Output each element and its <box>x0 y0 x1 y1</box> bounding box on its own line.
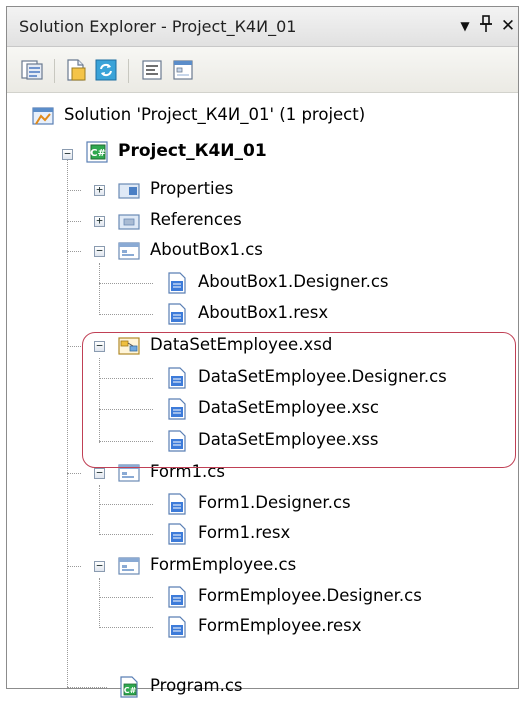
tree-connector <box>99 263 100 315</box>
tree-node-formemployee-resx[interactable]: FormEmployee.resx <box>165 612 505 642</box>
toolbar <box>7 47 518 93</box>
tree-connector <box>99 485 100 535</box>
view-code-icon[interactable] <box>140 58 164 82</box>
view-designer-icon[interactable] <box>171 58 195 82</box>
solution-label: Solution 'Project_К4И_01' (1 project) <box>64 105 366 124</box>
tree-connector <box>99 627 153 628</box>
item-label: FormEmployee.Designer.cs <box>198 586 422 605</box>
title-bar: Solution Explorer - Project_К4И_01 ▼ ✕ <box>7 7 518 47</box>
tree-connector <box>67 566 81 567</box>
item-label: FormEmployee.cs <box>150 555 297 574</box>
tree-connector <box>67 221 81 222</box>
expand-toggle[interactable]: + <box>94 215 105 227</box>
project-label: Project_К4И_01 <box>118 141 267 161</box>
solution-icon <box>31 104 55 128</box>
tree-connector <box>99 314 153 315</box>
item-label: FormEmployee.resx <box>198 616 362 635</box>
csharp-file-icon: C# <box>117 675 141 699</box>
tree-connector <box>67 251 81 252</box>
tree-node-formemployee[interactable]: FormEmployee.cs <box>117 551 507 581</box>
tree-node-project[interactable]: C# Project_К4И_01 <box>85 137 505 167</box>
window-position-dropdown[interactable]: ▼ <box>454 15 476 37</box>
tree-connector <box>67 687 107 688</box>
cs-file-icon <box>165 585 189 609</box>
solution-explorer-panel: Solution Explorer - Project_К4И_01 ▼ ✕ S… <box>6 6 519 698</box>
tree-node-properties[interactable]: Properties <box>117 175 507 205</box>
auto-hide-pin-icon[interactable] <box>475 15 497 37</box>
highlight-annotation <box>82 332 516 468</box>
form-icon <box>117 554 141 578</box>
resx-file-icon <box>165 302 189 326</box>
cs-file-icon <box>165 492 189 516</box>
tree-node-form1-resx[interactable]: Form1.resx <box>165 519 505 549</box>
toolbar-separator <box>54 59 55 83</box>
tree-node-aboutbox1[interactable]: AboutBox1.cs <box>117 236 507 266</box>
tree-node-formemployee-designer[interactable]: FormEmployee.Designer.cs <box>165 582 505 612</box>
svg-text:C#: C# <box>124 686 137 695</box>
resx-file-icon <box>165 615 189 639</box>
close-icon[interactable]: ✕ <box>497 15 519 37</box>
item-label: References <box>150 210 242 229</box>
form-icon <box>117 239 141 263</box>
tree-node-program[interactable]: C# Program.cs <box>117 672 507 702</box>
tree-node-form1-designer[interactable]: Form1.Designer.cs <box>165 489 505 519</box>
show-all-files-icon[interactable] <box>64 58 88 82</box>
tree-node-aboutbox1-designer[interactable]: AboutBox1.Designer.cs <box>165 268 505 298</box>
csharp-project-icon: C# <box>85 140 109 164</box>
collapse-toggle[interactable]: − <box>94 560 105 572</box>
tree-connector <box>99 504 153 505</box>
tree-connector <box>67 473 81 474</box>
tree-connector <box>99 597 153 598</box>
item-label: AboutBox1.resx <box>198 303 329 322</box>
collapse-toggle[interactable]: − <box>94 245 105 257</box>
collapse-toggle[interactable]: − <box>62 148 73 160</box>
refresh-icon[interactable] <box>94 58 118 82</box>
tree-node-solution[interactable]: Solution 'Project_К4И_01' (1 project) <box>31 101 511 131</box>
item-label: AboutBox1.cs <box>150 240 263 259</box>
collapse-toggle[interactable]: − <box>94 467 105 479</box>
cs-file-icon <box>165 271 189 295</box>
expand-toggle[interactable]: + <box>94 184 105 196</box>
tree-node-references[interactable]: References <box>117 206 507 236</box>
properties-icon[interactable] <box>20 58 44 82</box>
item-label: AboutBox1.Designer.cs <box>198 272 389 291</box>
toolbar-separator <box>128 59 129 83</box>
properties-folder-icon <box>117 178 141 202</box>
references-folder-icon <box>117 209 141 233</box>
resx-file-icon <box>165 522 189 546</box>
tree-node-aboutbox1-resx[interactable]: AboutBox1.resx <box>165 299 505 329</box>
tree-connector <box>99 578 100 628</box>
item-label: Form1.Designer.cs <box>198 493 351 512</box>
tree-connector <box>99 283 153 284</box>
window-title: Solution Explorer - Project_К4И_01 <box>19 17 297 36</box>
item-label: Form1.resx <box>198 523 291 542</box>
svg-text:C#: C# <box>90 148 106 159</box>
item-label: Program.cs <box>150 676 243 695</box>
tree-connector <box>67 153 68 687</box>
tree-connector <box>99 534 153 535</box>
tree-connector <box>67 346 81 347</box>
item-label: Properties <box>150 179 234 198</box>
tree-connector <box>67 190 81 191</box>
